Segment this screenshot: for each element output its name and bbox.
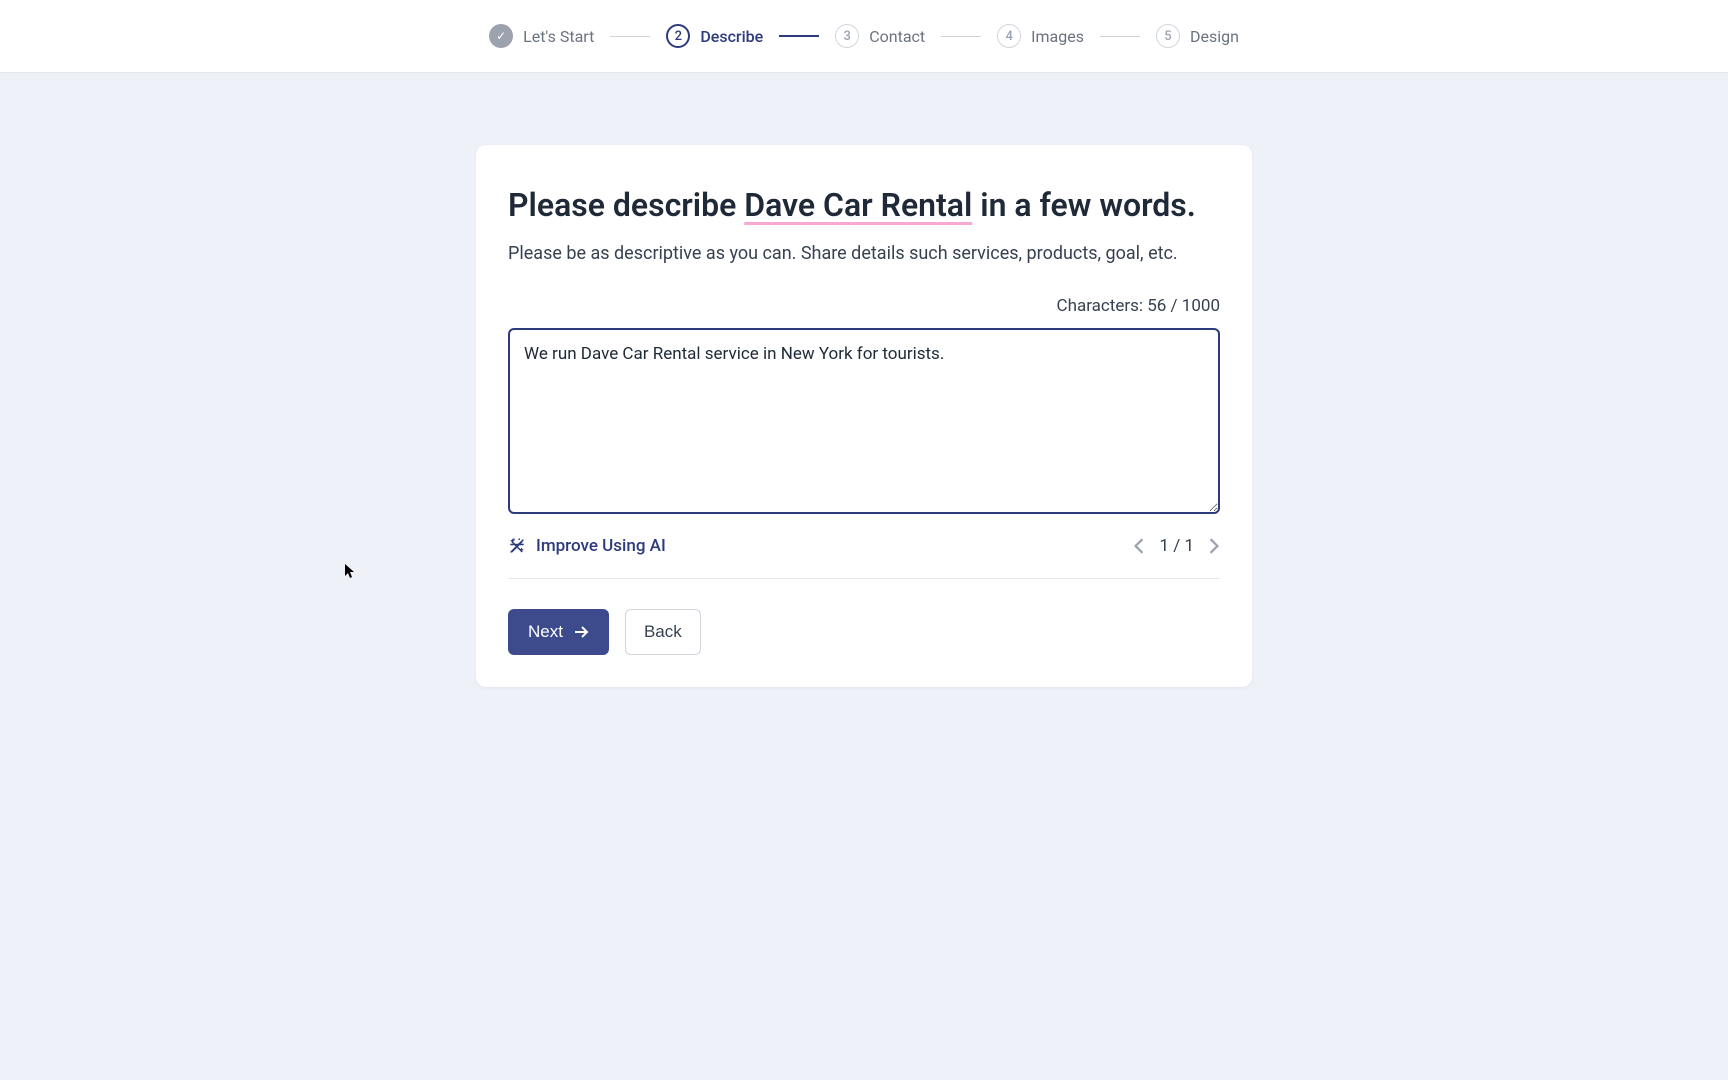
stepper: ✓ Let's Start 2 Describe 3 Contact 4 Ima… [489,24,1239,48]
step-describe[interactable]: 2 Describe [666,24,763,48]
pagination: 1 / 1 [1133,536,1220,556]
step-circle-active: 2 [666,24,690,48]
stepper-header: ✓ Let's Start 2 Describe 3 Contact 4 Ima… [0,0,1728,73]
step-label: Describe [700,27,763,46]
wand-icon [508,537,526,555]
page-title: Please describe Dave Car Rental in a few… [508,185,1220,227]
step-label: Design [1190,27,1239,46]
back-label: Back [644,622,682,641]
subtitle: Please be as descriptive as you can. Sha… [508,243,1220,264]
step-number: 2 [675,29,682,44]
step-connector [610,36,650,37]
next-button[interactable]: Next [508,609,609,655]
step-circle-upcoming: 4 [997,24,1021,48]
char-count: Characters: 56 / 1000 [508,296,1220,316]
step-number: 5 [1164,29,1171,44]
step-label: Contact [869,27,925,46]
button-row: Next Back [508,609,1220,655]
step-circle-completed: ✓ [489,24,513,48]
describe-card: Please describe Dave Car Rental in a few… [476,145,1252,687]
pagination-text: 1 / 1 [1159,536,1194,556]
improve-ai-button[interactable]: Improve Using AI [508,536,666,556]
step-lets-start[interactable]: ✓ Let's Start [489,24,594,48]
step-connector [1100,36,1140,37]
chevron-left-icon[interactable] [1133,538,1145,554]
char-count-label: Characters: [1057,296,1148,316]
title-prefix: Please describe [508,186,744,224]
step-circle-upcoming: 5 [1156,24,1180,48]
char-count-value: 56 / 1000 [1147,296,1220,316]
arrow-right-icon [573,624,589,640]
next-label: Next [528,622,563,642]
step-circle-upcoming: 3 [835,24,859,48]
title-suffix: in a few words. [972,186,1196,224]
step-connector [779,35,819,37]
back-button[interactable]: Back [625,609,701,655]
main-content: Please describe Dave Car Rental in a few… [0,73,1728,687]
step-design[interactable]: 5 Design [1156,24,1239,48]
step-images[interactable]: 4 Images [997,24,1084,48]
step-contact[interactable]: 3 Contact [835,24,925,48]
step-number: 3 [844,29,851,44]
chevron-right-icon[interactable] [1208,538,1220,554]
description-textarea[interactable] [508,328,1220,514]
improve-ai-label: Improve Using AI [536,536,666,556]
title-highlight: Dave Car Rental [744,186,972,224]
checkmark-icon: ✓ [496,29,506,43]
step-label: Let's Start [523,27,594,46]
step-number: 4 [1005,29,1012,44]
ai-row: Improve Using AI 1 / 1 [508,536,1220,579]
step-connector [941,36,981,37]
step-label: Images [1031,27,1084,46]
